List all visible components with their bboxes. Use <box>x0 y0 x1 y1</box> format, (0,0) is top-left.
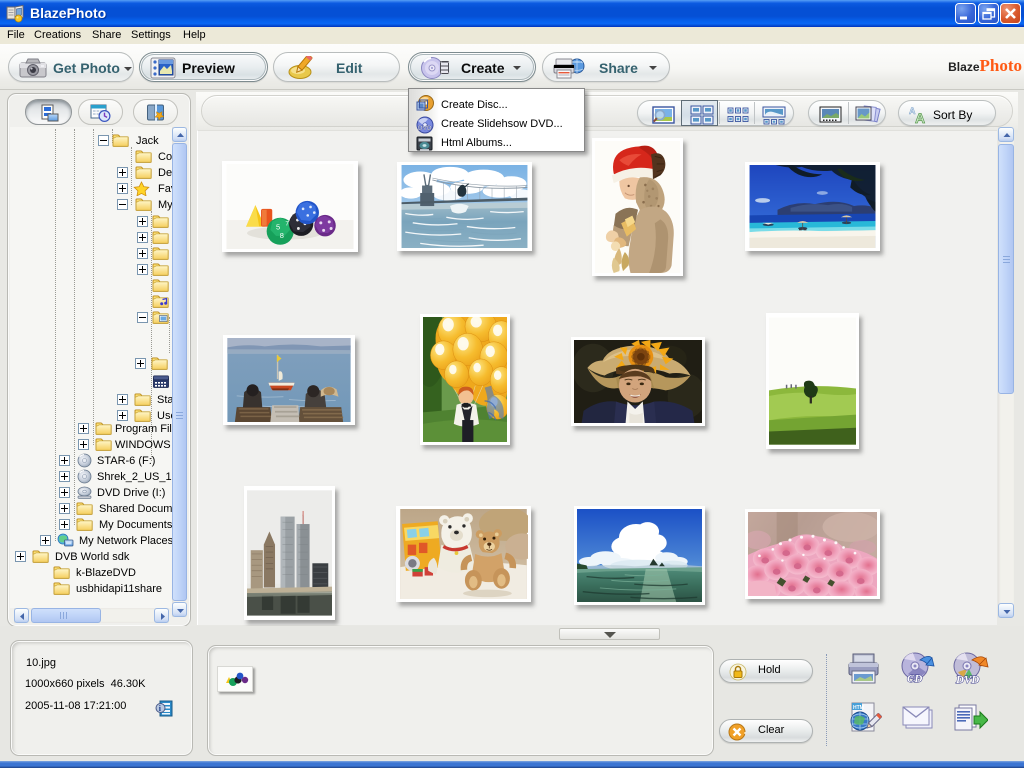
svg-text:7: 7 <box>285 221 289 228</box>
svg-text:8: 8 <box>280 231 284 240</box>
svg-text:DVD: DVD <box>418 125 432 132</box>
svg-text:A: A <box>915 110 925 125</box>
svg-text:DVD: DVD <box>955 674 979 686</box>
svg-text:HTM: HTM <box>853 705 864 711</box>
svg-text:CD: CD <box>907 673 922 685</box>
